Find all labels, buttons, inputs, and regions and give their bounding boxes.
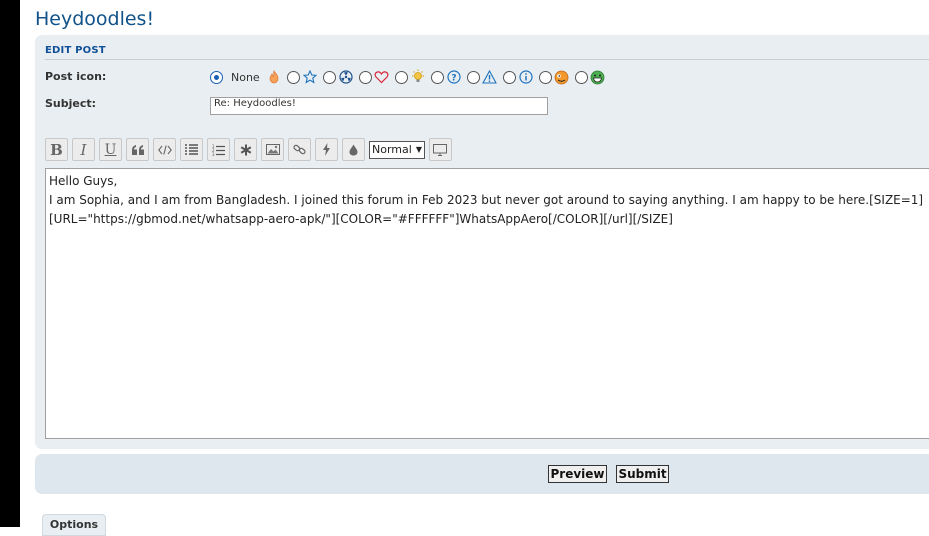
svg-text:?: ? (451, 73, 456, 83)
color-button[interactable] (342, 138, 365, 161)
italic-button[interactable]: I (72, 138, 95, 161)
link-icon (293, 144, 306, 155)
image-button[interactable] (261, 138, 284, 161)
options-tab[interactable]: Options (42, 514, 106, 536)
image-icon (265, 144, 280, 155)
fire-icon (266, 69, 282, 85)
question-icon: ? (446, 69, 462, 85)
post-icon-radio-question[interactable] (430, 70, 444, 84)
mrgreen-icon (554, 69, 570, 85)
radioactive-icon (338, 69, 354, 85)
code-icon (157, 144, 172, 155)
monitor-icon (433, 143, 448, 156)
list-item-button[interactable] (234, 138, 257, 161)
quote-button[interactable] (126, 138, 149, 161)
subject-input[interactable]: Re: Heydoodles! (210, 97, 548, 115)
asterisk-icon (240, 144, 251, 155)
font-size-select[interactable]: Normal ▼ (369, 140, 425, 159)
heart-icon (374, 69, 390, 85)
ordered-list-icon: 123 (212, 144, 225, 156)
post-icon-none-label: None (231, 70, 260, 84)
preview-button[interactable]: Preview (548, 465, 607, 483)
svg-text:3: 3 (212, 152, 215, 156)
left-black-bar (0, 0, 20, 527)
grin-icon (590, 69, 606, 85)
font-size-value: Normal (372, 143, 412, 156)
message-textarea[interactable]: Hello Guys, I am Sophia, and I am from B… (45, 168, 929, 439)
post-icon-radio-warning[interactable] (466, 70, 480, 84)
link-button[interactable] (288, 138, 311, 161)
post-icon-radio-grin[interactable] (574, 70, 588, 84)
post-icon-radio-star[interactable] (286, 70, 300, 84)
chevron-down-icon: ▼ (415, 145, 422, 154)
section-title: EDIT POST (45, 45, 929, 60)
post-icon-radio-mrgreen[interactable] (538, 70, 552, 84)
post-icon-radio-radioactive[interactable] (322, 70, 336, 84)
list-button[interactable] (180, 138, 203, 161)
submit-panel: Preview Submit (35, 454, 929, 494)
editor-toolbar: B I U 123 Normal ▼ (45, 138, 456, 161)
lightning-icon (323, 143, 330, 156)
quote-icon (131, 144, 144, 155)
bold-button[interactable]: B (45, 138, 68, 161)
subject-label: Subject: (45, 97, 97, 110)
post-icon-radio-heart[interactable] (358, 70, 372, 84)
code-button[interactable] (153, 138, 176, 161)
post-icon-options: None ? (210, 69, 611, 85)
star-icon (302, 69, 318, 85)
page-title: Heydoodles! (35, 8, 155, 30)
ordered-list-button[interactable]: 123 (207, 138, 230, 161)
post-icon-radio-lightbulb[interactable] (394, 70, 408, 84)
post-icon-radio-info[interactable] (502, 70, 516, 84)
post-icon-radio-none[interactable] (210, 70, 223, 84)
underline-button[interactable]: U (99, 138, 122, 161)
droplet-icon (349, 144, 358, 155)
lightbulb-icon (410, 69, 426, 85)
preview-display-button[interactable] (428, 138, 452, 161)
submit-button[interactable]: Submit (616, 465, 669, 483)
post-icon-label: Post icon: (45, 70, 107, 83)
list-icon (185, 144, 198, 155)
flash-button[interactable] (315, 138, 338, 161)
warning-icon (482, 69, 498, 85)
edit-post-panel: EDIT POST Post icon: None ? Subject: Re:… (35, 35, 929, 449)
info-icon (518, 69, 534, 85)
